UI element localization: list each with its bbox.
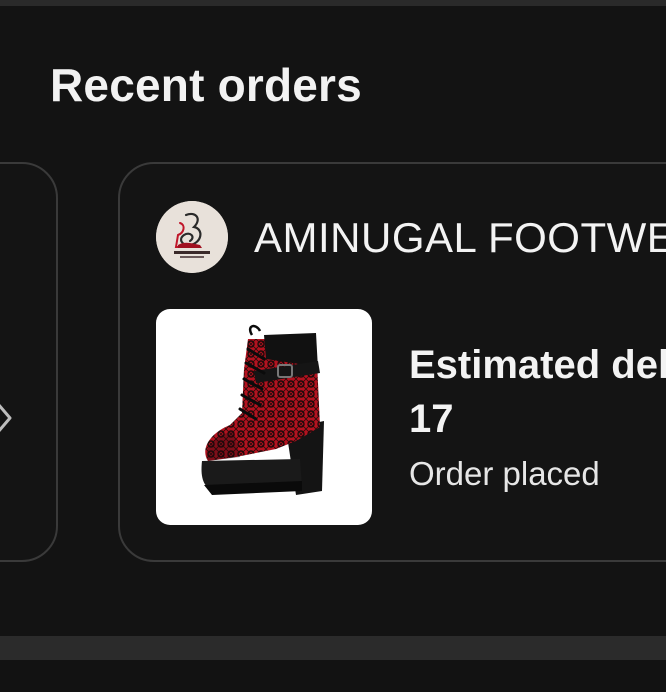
boot-icon [201,324,324,495]
store-name: AMINUGAL FOOTWEAR [254,214,666,261]
store-logo-icon [156,201,228,273]
bottom-area [0,660,666,692]
chevron-right-icon[interactable] [0,398,18,438]
section-title: Recent orders [50,59,362,111]
bottom-divider [0,636,666,660]
estimated-delivery-label: Estimated delivery [409,343,666,387]
recent-orders-screen: Recent orders AMINUGAL FOOTWEAR [0,0,666,692]
order-status: Order placed [409,455,600,492]
previous-order-card[interactable] [0,162,58,562]
estimated-delivery-date: 17 [409,397,454,441]
top-divider [0,0,666,6]
product-thumbnail[interactable] [156,309,372,525]
